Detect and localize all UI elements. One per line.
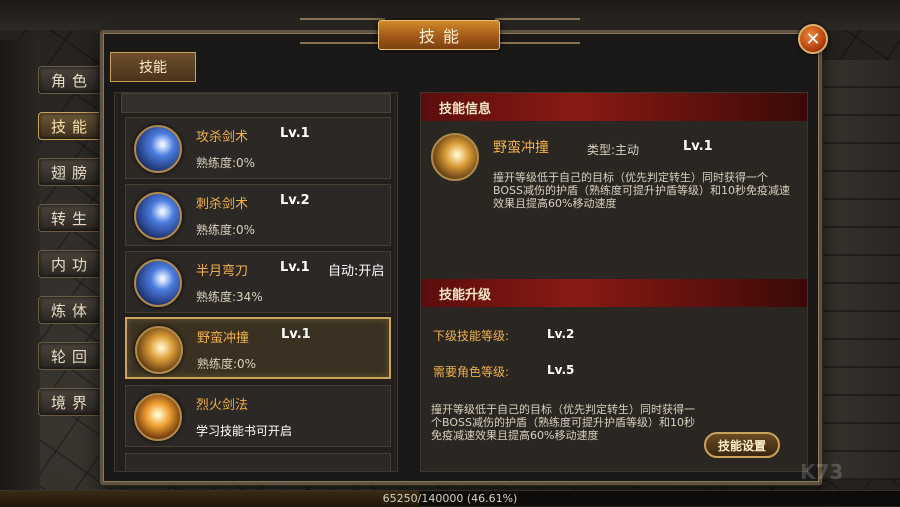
- skill-name: 半月弯刀: [196, 264, 249, 279]
- side-tab-label: 技能: [50, 117, 93, 136]
- info-skill-name: 野蛮冲撞: [493, 140, 549, 156]
- info-skill-description: 撞开等级低于自己的目标（优先判定转生）同时获得一个BOSS减伤的护盾（熟练度可提…: [493, 171, 790, 210]
- next-level-value: Lv.2: [547, 327, 575, 341]
- skill-auto-toggle[interactable]: 自动:开启: [328, 260, 384, 279]
- crescent-blue-icon: [134, 259, 182, 307]
- skill-info-panel: 技能信息 野蛮冲撞 类型:主动 Lv.1 撞开等级低于自己的目标（优先判定转生）…: [420, 92, 808, 472]
- background-wall-left: [0, 40, 40, 500]
- skill-row[interactable]: 烈火剑法 学习技能书可开启: [125, 385, 391, 447]
- background-wall-right: [810, 60, 900, 480]
- window-title-text: 技能: [418, 27, 467, 46]
- charge-gold-icon: [135, 326, 183, 374]
- skill-settings-button[interactable]: 技能设置: [704, 432, 780, 458]
- side-tab-label: 炼体: [50, 301, 93, 320]
- skill-upgrade-header-text: 技能升级: [439, 287, 492, 303]
- side-tab-label: 轮回: [50, 347, 93, 366]
- skill-info-header: 技能信息: [421, 93, 807, 121]
- skill-list[interactable]: 攻杀剑术 Lv.1 熟练度:0% 刺杀剑术 Lv.2 熟练度:0% 半月弯刀 L…: [114, 92, 398, 472]
- required-level-label: 需要角色等级:: [433, 365, 510, 379]
- side-tab-rebirth[interactable]: 转生: [38, 204, 100, 232]
- skill-row[interactable]: 刺杀剑术 Lv.2 熟练度:0%: [125, 184, 391, 246]
- skill-name: 攻杀剑术: [196, 130, 249, 145]
- skill-info-header-text: 技能信息: [439, 101, 492, 117]
- skill-unlock-hint: 学习技能书可开启: [196, 424, 293, 438]
- skill-list-scroll-edge: [121, 93, 391, 113]
- skill-settings-label: 技能设置: [717, 438, 766, 453]
- title-ornament-left: [300, 18, 385, 44]
- skill-row[interactable]: 攻杀剑术 Lv.1 熟练度:0%: [125, 117, 391, 179]
- side-tab-label: 转生: [50, 209, 93, 228]
- skill-level: Lv.1: [280, 260, 310, 275]
- skill-upgrade-header: 技能升级: [421, 279, 807, 307]
- slash-blue-icon: [134, 125, 182, 173]
- skill-proficiency: 熟练度:34%: [196, 290, 263, 304]
- skill-level: Lv.2: [280, 193, 310, 208]
- side-tab-body-refine[interactable]: 炼体: [38, 296, 100, 324]
- skill-name: 烈火剑法: [196, 398, 249, 413]
- side-tab-label: 翅膀: [50, 163, 93, 182]
- info-skill-level: Lv.1: [683, 139, 713, 154]
- side-tab-label: 角色: [50, 71, 93, 90]
- experience-bar: 65250/140000 (46.61%): [0, 490, 900, 507]
- close-button[interactable]: ✕: [798, 24, 828, 54]
- side-tab-character[interactable]: 角色: [38, 66, 100, 94]
- side-tab-label: 内功: [50, 255, 93, 274]
- charge-gold-icon: [431, 133, 479, 181]
- skill-row[interactable]: 半月弯刀 Lv.1 自动:开启 熟练度:34%: [125, 251, 391, 313]
- watermark-logo: K73: [800, 460, 844, 484]
- side-tab-inner-power[interactable]: 内功: [38, 250, 100, 278]
- skill-proficiency: 熟练度:0%: [196, 156, 256, 170]
- upgrade-description: 撞开等级低于自己的目标（优先判定转生）同时获得一个BOSS减伤的护盾（熟练度可提…: [431, 403, 695, 442]
- required-level-value: Lv.5: [547, 363, 575, 377]
- skill-row-partial[interactable]: [125, 453, 391, 471]
- side-tab-reincarnation[interactable]: 轮回: [38, 342, 100, 370]
- tab-skills[interactable]: 技能: [110, 52, 196, 82]
- skill-name: 野蛮冲撞: [197, 331, 250, 346]
- side-tab-realm[interactable]: 境界: [38, 388, 100, 416]
- info-skill-type: 类型:主动: [587, 143, 640, 157]
- side-tab-skills[interactable]: 技能: [38, 112, 100, 140]
- skill-level: Lv.1: [280, 126, 310, 141]
- skill-row-selected[interactable]: 野蛮冲撞 Lv.1 熟练度:0%: [125, 317, 391, 379]
- title-ornament-right: [495, 18, 580, 44]
- thrust-blue-icon: [134, 192, 182, 240]
- close-icon: ✕: [805, 28, 821, 50]
- fire-sword-icon: [134, 393, 182, 441]
- side-tab-wings[interactable]: 翅膀: [38, 158, 100, 186]
- skill-name: 刺杀剑术: [196, 197, 249, 212]
- next-level-label: 下级技能等级:: [433, 329, 510, 343]
- window-title: 技能: [378, 20, 500, 50]
- skill-proficiency: 熟练度:0%: [196, 223, 256, 237]
- side-tab-label: 境界: [50, 393, 93, 412]
- tab-skills-label: 技能: [139, 60, 167, 76]
- skill-proficiency: 熟练度:0%: [197, 357, 257, 371]
- experience-text: 65250/140000 (46.61%): [382, 492, 518, 505]
- skill-level: Lv.1: [281, 327, 311, 342]
